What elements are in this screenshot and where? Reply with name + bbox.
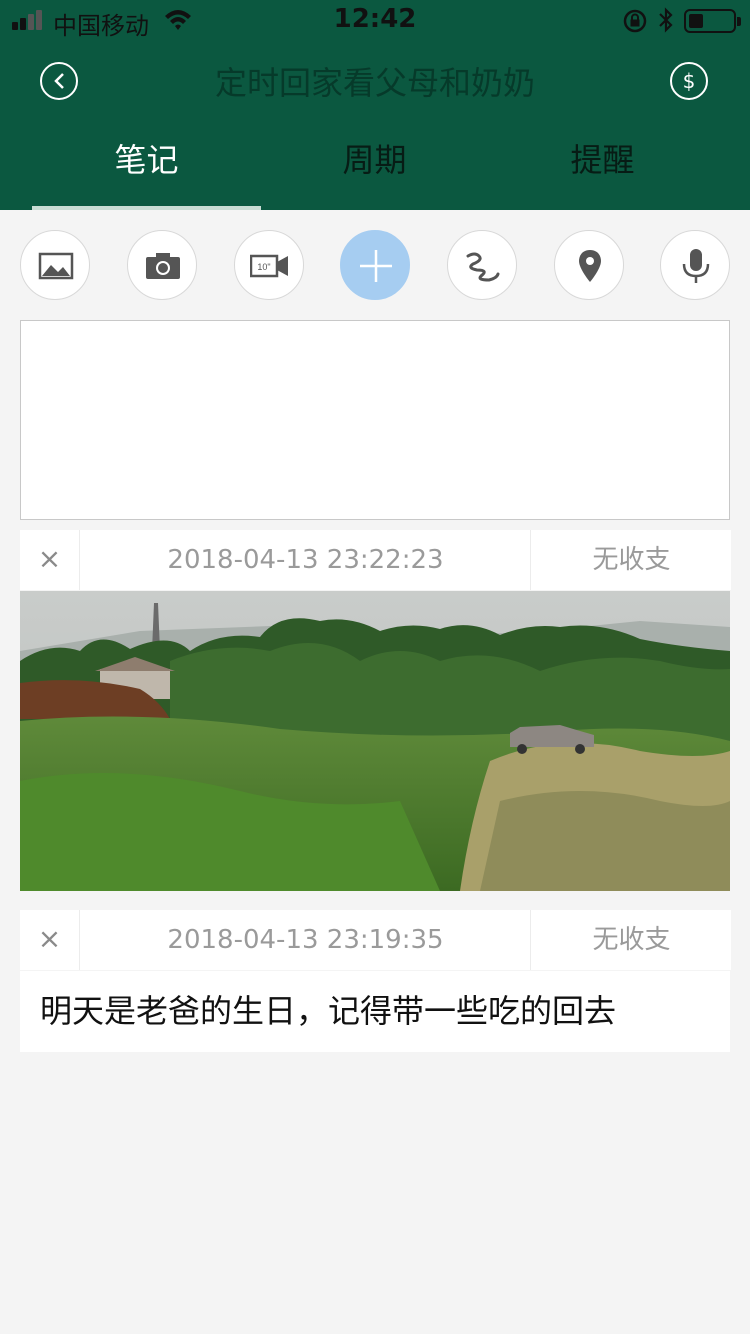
entry-photo[interactable] <box>20 591 730 891</box>
back-button[interactable] <box>40 62 78 100</box>
voice-button[interactable] <box>660 230 730 300</box>
attachment-toolbar: 10" <box>0 230 750 300</box>
entry-header: × 2018-04-13 23:19:35 无收支 <box>20 910 731 970</box>
money-icon[interactable]: $ <box>670 62 708 100</box>
app-header: 中国移动 12:42 定时回家看父母和奶奶 $ 笔记 周期 提醒 <box>0 0 750 210</box>
entry-amount[interactable]: 无收支 <box>532 530 731 590</box>
note-input[interactable] <box>20 320 730 520</box>
entry-note-text[interactable]: 明天是老爸的生日，记得带一些吃的回去 <box>20 971 730 1052</box>
tab-bar: 笔记 周期 提醒 <box>0 130 750 210</box>
landscape-photo <box>20 591 730 891</box>
video-duration-label: 10" <box>257 262 270 272</box>
page-title: 定时回家看父母和奶奶 <box>214 64 535 102</box>
video-button[interactable]: 10" <box>234 230 304 300</box>
handwriting-button[interactable] <box>447 230 517 300</box>
video-icon: 10" <box>250 254 288 278</box>
status-bar: 中国移动 12:42 <box>0 0 750 40</box>
add-button[interactable] <box>340 230 410 300</box>
bluetooth-icon <box>659 7 673 33</box>
orientation-lock-icon <box>623 9 647 33</box>
image-icon <box>38 252 74 280</box>
delete-entry-button[interactable]: × <box>20 530 80 590</box>
entry-header: × 2018-04-13 23:22:23 无收支 <box>20 530 731 590</box>
entry-datetime: 2018-04-13 23:19:35 <box>81 910 531 970</box>
image-button[interactable] <box>20 230 90 300</box>
tab-cycle[interactable]: 周期 <box>260 130 489 210</box>
tab-reminder[interactable]: 提醒 <box>488 130 717 210</box>
chevron-left-icon <box>54 73 64 89</box>
camera-button[interactable] <box>127 230 197 300</box>
scribble-icon <box>466 252 500 282</box>
battery-icon <box>684 9 741 33</box>
tab-notes[interactable]: 笔记 <box>32 130 261 210</box>
plus-icon <box>360 250 392 282</box>
entry-amount[interactable]: 无收支 <box>532 910 731 970</box>
delete-entry-button[interactable]: × <box>20 910 80 970</box>
tab-active-indicator <box>32 206 261 210</box>
location-button[interactable] <box>554 230 624 300</box>
camera-icon <box>146 253 180 279</box>
location-pin-icon <box>579 250 601 282</box>
microphone-icon <box>682 249 710 283</box>
entry-datetime: 2018-04-13 23:22:23 <box>81 530 531 590</box>
